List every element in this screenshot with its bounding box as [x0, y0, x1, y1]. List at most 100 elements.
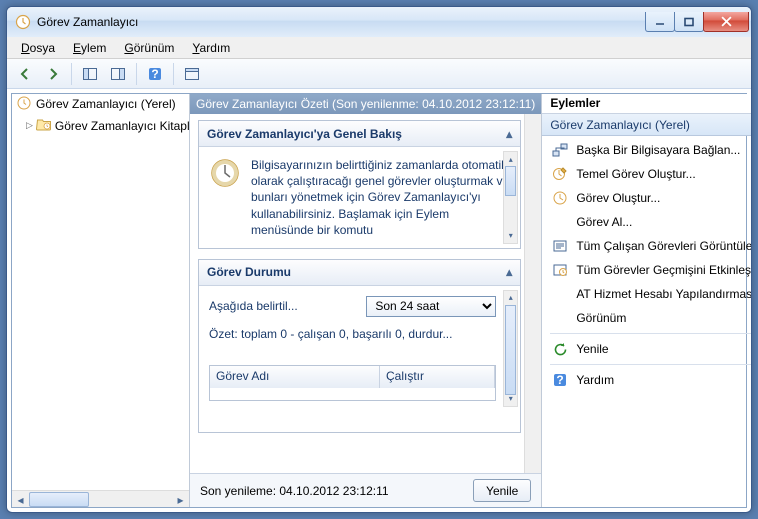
- action-basic[interactable]: Temel Görev Oluştur...: [542, 162, 752, 186]
- action-label: Görev Oluştur...: [576, 191, 752, 205]
- at-icon: [552, 286, 568, 302]
- main-splitter: Görev Zamanlayıcı (Yerel) ▷ Görev Zamanl…: [11, 93, 747, 508]
- actions-list: Başka Bir Bilgisayara Bağlan... Temel Gör…: [542, 136, 752, 507]
- status-panel: Görev Durumu ▴ Aşağıda belirtil... Son 2…: [198, 259, 521, 433]
- action-view[interactable]: Görünüm▶: [542, 306, 752, 330]
- menubar: Dosya Eylem Görünüm Yardım: [7, 37, 751, 59]
- scroll-thumb[interactable]: [505, 166, 516, 196]
- action-label: Tüm Çalışan Görevleri Görüntüle: [576, 239, 752, 253]
- action-connect[interactable]: Başka Bir Bilgisayara Bağlan...: [542, 138, 752, 162]
- app-icon: [15, 14, 31, 30]
- scroll-up-icon[interactable]: ▴: [504, 291, 517, 305]
- action-label: Yardım: [576, 373, 752, 387]
- action-help[interactable]: ? Yardım: [542, 368, 752, 392]
- maximize-button[interactable]: [674, 12, 704, 32]
- close-button[interactable]: [703, 12, 749, 32]
- actions-title: Eylemler: [542, 94, 752, 114]
- action-running[interactable]: Tüm Çalışan Görevleri Görüntüle: [542, 234, 752, 258]
- show-hide-actions-button[interactable]: [106, 62, 130, 86]
- status-period-select[interactable]: Son 24 saat: [366, 296, 496, 317]
- status-panel-header[interactable]: Görev Durumu ▴: [199, 260, 520, 286]
- window-buttons: [646, 12, 749, 32]
- history-icon: [552, 262, 568, 278]
- tree-root-label: Görev Zamanlayıcı (Yerel): [36, 97, 176, 111]
- action-label: Görev Al...: [576, 215, 752, 229]
- scroll-left-icon[interactable]: ◂: [12, 491, 29, 508]
- panel-scrollbar[interactable]: ▴ ▾: [503, 151, 518, 244]
- overview-title: Görev Zamanlayıcı'ya Genel Bakış: [207, 127, 402, 141]
- properties-button[interactable]: [180, 62, 204, 86]
- tree-body: ▷ Görev Zamanlayıcı Kitaplığı: [12, 114, 189, 490]
- action-create[interactable]: Görev Oluştur...: [542, 186, 752, 210]
- toolbar-separator: [173, 63, 174, 85]
- tree-item-label: Görev Zamanlayıcı Kitaplığı: [55, 119, 189, 133]
- back-button[interactable]: [13, 62, 37, 86]
- action-label: Temel Görev Oluştur...: [576, 167, 752, 181]
- scroll-down-icon[interactable]: ▾: [504, 392, 517, 406]
- col-task-name[interactable]: Görev Adı: [210, 366, 380, 388]
- forward-button[interactable]: [41, 62, 65, 86]
- help-icon: ?: [552, 372, 568, 388]
- menu-action[interactable]: Eylem: [65, 39, 114, 57]
- clock-icon: [16, 95, 32, 114]
- status-summary: Özet: toplam 0 - çalışan 0, başarılı 0, …: [209, 327, 496, 341]
- titlebar: Görev Zamanlayıcı: [7, 7, 751, 37]
- action-at[interactable]: AT Hizmet Hesabı Yapılandırması: [542, 282, 752, 306]
- status-label: Aşağıda belirtil...: [209, 299, 358, 313]
- overview-panel: Görev Zamanlayıcı'ya Genel Bakış ▴ Bilgi…: [198, 120, 521, 249]
- vertical-scrollbar[interactable]: [524, 114, 541, 473]
- import-icon: [552, 214, 568, 230]
- svg-text:?: ?: [557, 373, 564, 387]
- last-refresh-label: Son yenileme: 04.10.2012 23:12:11: [200, 484, 389, 498]
- running-icon: [552, 238, 568, 254]
- help-button[interactable]: ?: [143, 62, 167, 86]
- action-label: AT Hizmet Hesabı Yapılandırması: [576, 287, 752, 301]
- clock-icon: [209, 157, 241, 189]
- expand-icon[interactable]: ▷: [26, 120, 33, 131]
- refresh-icon: [552, 341, 568, 357]
- action-label: Yenile: [576, 342, 752, 356]
- menu-view[interactable]: Görünüm: [116, 39, 182, 57]
- toolbar: ?: [7, 59, 751, 89]
- toolbar-separator: [136, 63, 137, 85]
- task-grid: Görev Adı Çalıştır: [209, 365, 496, 401]
- col-run[interactable]: Çalıştır: [380, 366, 495, 388]
- status-body: Aşağıda belirtil... Son 24 saat Özet: to…: [199, 286, 520, 411]
- window-title: Görev Zamanlayıcı: [37, 15, 646, 29]
- actions-separator: [550, 333, 752, 334]
- basic-icon: [552, 166, 568, 182]
- scroll-up-icon[interactable]: ▴: [504, 152, 517, 166]
- show-hide-tree-button[interactable]: [78, 62, 102, 86]
- create-icon: [552, 190, 568, 206]
- collapse-icon[interactable]: ▴: [506, 265, 512, 279]
- actions-separator: [550, 364, 752, 365]
- minimize-button[interactable]: [645, 12, 675, 32]
- menu-file[interactable]: Dosya: [13, 39, 63, 57]
- summary-pane: Görev Zamanlayıcı Özeti (Son yenilenme: …: [190, 94, 542, 507]
- actions-group-header[interactable]: Görev Zamanlayıcı (Yerel) ▴: [542, 114, 752, 136]
- horizontal-scrollbar[interactable]: ◂ ▸: [12, 490, 189, 507]
- status-title: Görev Durumu: [207, 265, 291, 279]
- overview-text: Bilgisayarınızın belirttiğiniz zamanlard…: [251, 157, 510, 238]
- scroll-down-icon[interactable]: ▾: [504, 229, 517, 243]
- action-import[interactable]: Görev Al...: [542, 210, 752, 234]
- collapse-icon[interactable]: ▴: [506, 127, 512, 141]
- action-label: Görünüm: [576, 311, 746, 325]
- scroll-thumb[interactable]: [505, 305, 516, 395]
- actions-group-label: Görev Zamanlayıcı (Yerel): [550, 118, 690, 132]
- refresh-button[interactable]: Yenile: [473, 479, 531, 502]
- action-refresh[interactable]: Yenile: [542, 337, 752, 361]
- panel-scrollbar[interactable]: ▴ ▾: [503, 290, 518, 407]
- summary-scroll: Görev Zamanlayıcı'ya Genel Bakış ▴ Bilgi…: [190, 114, 541, 473]
- scroll-right-icon[interactable]: ▸: [172, 491, 189, 508]
- tree-root[interactable]: Görev Zamanlayıcı (Yerel): [12, 94, 189, 114]
- tree-pane: Görev Zamanlayıcı (Yerel) ▷ Görev Zamanl…: [12, 94, 190, 507]
- overview-panel-header[interactable]: Görev Zamanlayıcı'ya Genel Bakış ▴: [199, 121, 520, 147]
- tree-item-library[interactable]: ▷ Görev Zamanlayıcı Kitaplığı: [12, 114, 189, 137]
- action-label: Başka Bir Bilgisayara Bağlan...: [576, 143, 752, 157]
- overview-body: Bilgisayarınızın belirttiğiniz zamanlard…: [199, 147, 520, 248]
- menu-help[interactable]: Yardım: [184, 39, 238, 57]
- scroll-thumb[interactable]: [29, 492, 89, 507]
- action-history[interactable]: Tüm Görevler Geçmişini Etkinleştir: [542, 258, 752, 282]
- action-label: Tüm Görevler Geçmişini Etkinleştir: [576, 263, 752, 277]
